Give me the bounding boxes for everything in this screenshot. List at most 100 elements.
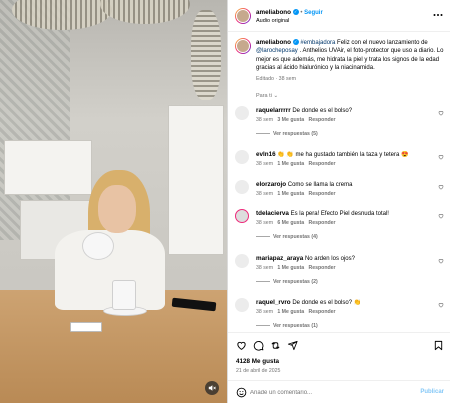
caption-avatar[interactable] (235, 38, 251, 54)
post-button[interactable]: Publicar (420, 389, 444, 395)
comment-avatar[interactable] (235, 106, 249, 120)
comment-likes[interactable]: 1 Me gusta (277, 309, 304, 315)
comment-avatar[interactable] (235, 298, 249, 312)
emoji-icon[interactable] (236, 387, 247, 398)
replies-divider (256, 236, 270, 238)
comment-username[interactable]: tdelacierva (256, 210, 289, 217)
comment-avatar[interactable] (235, 209, 249, 223)
comment-meta: 38 sem 1 Me gusta Responder (256, 191, 336, 197)
post-modal: ameliabono ✓ • Seguir Audio original ame… (0, 0, 450, 403)
header-username[interactable]: ameliabono (256, 9, 291, 16)
post-panel: ameliabono ✓ • Seguir Audio original ame… (227, 0, 450, 403)
view-replies-label: Ver respuestas (4) (273, 234, 318, 240)
reply-button[interactable]: Responder (308, 220, 335, 226)
replies-divider (256, 325, 270, 327)
view-replies-button[interactable]: Ver respuestas (5) (256, 131, 318, 137)
more-horizontal-icon[interactable] (433, 13, 443, 17)
comment-time: 38 sem (256, 309, 274, 315)
post-header: ameliabono ✓ • Seguir Audio original (228, 0, 450, 32)
comment-text: De donde es el bolso? 👏 (292, 300, 362, 306)
comment-username[interactable]: raquelarrrrr (256, 107, 291, 114)
caption-meta: Editado · 38 sem (256, 76, 297, 82)
comment-username[interactable]: evln16 (256, 151, 276, 158)
comment-heart-icon[interactable] (438, 213, 444, 219)
comment-likes[interactable]: 6 Me gusta (277, 220, 304, 226)
photo-mug (112, 280, 136, 310)
caption-text: ameliabono ✓ #embajadora Feliz con el nu… (256, 39, 444, 72)
comment-time: 38 sem (256, 265, 274, 271)
avatar[interactable] (235, 8, 251, 24)
comment-avatar[interactable] (235, 180, 249, 194)
reply-button[interactable]: Responder (308, 265, 335, 271)
audio-label[interactable]: Audio original (256, 18, 289, 24)
comment-text: Es la pera! Efecto Piel desnuda total! (290, 211, 389, 217)
hashtag-link[interactable]: #embajadora (300, 40, 335, 46)
comment-heart-icon[interactable] (438, 154, 444, 160)
comment-icon[interactable] (253, 340, 264, 351)
comment-line: evln16 👏 👏 me ha gustado también la taza… (256, 151, 431, 158)
comment-time: 38 sem (256, 220, 274, 226)
comment-heart-icon[interactable] (438, 184, 444, 190)
reply-button[interactable]: Responder (308, 161, 335, 167)
comment-line: tdelacierva Es la pera! Efecto Piel desn… (256, 210, 431, 217)
photo-teapot (82, 232, 114, 260)
comment-text: De donde es el bolso? (292, 108, 353, 114)
comment-likes[interactable]: 3 Me gusta (277, 117, 304, 123)
comment-likes[interactable]: 1 Me gusta (277, 191, 304, 197)
comment-text: Como se llama la crema (287, 182, 353, 188)
comment-line: raquel_rvro De donde es el bolso? 👏 (256, 299, 431, 306)
view-replies-label: Ver respuestas (1) (273, 323, 318, 329)
comment-avatar[interactable] (235, 150, 249, 164)
comment-likes[interactable]: 1 Me gusta (277, 265, 304, 271)
comment-meta: 38 sem 6 Me gusta Responder (256, 220, 336, 226)
post-date: 21 de abril de 2025 (236, 368, 281, 374)
view-replies-button[interactable]: Ver respuestas (2) (256, 279, 318, 285)
comment-meta: 38 sem 1 Me gusta Responder (256, 161, 336, 167)
view-replies-label: Ver respuestas (2) (273, 279, 318, 285)
header-user-line: ameliabono ✓ • Seguir (256, 9, 323, 16)
photo-cabinet (4, 140, 92, 195)
post-media[interactable] (0, 0, 227, 403)
comment-likes[interactable]: 1 Me gusta (277, 161, 304, 167)
likes-count[interactable]: 4128 Me gusta (236, 358, 279, 365)
comment-time: 38 sem (256, 117, 274, 123)
view-replies-label: Ver respuestas (5) (273, 131, 318, 137)
verified-icon: ✓ (292, 39, 299, 46)
comment-heart-icon[interactable] (438, 110, 444, 116)
photo-lamp (191, 10, 221, 100)
photo-cabinet (168, 105, 224, 255)
mute-button[interactable] (205, 381, 219, 395)
comment-input[interactable] (250, 387, 410, 398)
reply-button[interactable]: Responder (308, 309, 335, 315)
comment-username[interactable]: raquel_rvro (256, 299, 291, 306)
comment-line: mariapaz_araya No arden los ojos? (256, 255, 431, 262)
follow-button[interactable]: Seguir (304, 10, 323, 16)
reply-button[interactable]: Responder (308, 191, 335, 197)
repost-icon[interactable] (270, 340, 281, 351)
comment-meta: 38 sem 1 Me gusta Responder (256, 265, 336, 271)
view-replies-button[interactable]: Ver respuestas (1) (256, 323, 318, 329)
for-you-label: Para ti (256, 93, 272, 99)
bookmark-icon[interactable] (433, 340, 444, 351)
comment-text: No arden los ojos? (304, 256, 355, 262)
comment-avatar[interactable] (235, 254, 249, 268)
heart-icon[interactable] (236, 340, 247, 351)
for-you-filter[interactable]: Para ti ⌄ (256, 93, 278, 99)
comment-username[interactable]: mariapaz_araya (256, 255, 303, 262)
mention-link[interactable]: @larocheposay (256, 48, 298, 54)
replies-divider (256, 133, 270, 135)
caption-body: Feliz con el nuevo lanzamiento de (335, 40, 428, 46)
comment-heart-icon[interactable] (438, 302, 444, 308)
caption-username[interactable]: ameliabono (256, 39, 291, 46)
reply-button[interactable]: Responder (308, 117, 335, 123)
comment-time: 38 sem (256, 191, 274, 197)
comment-composer: Publicar (228, 380, 450, 403)
comment-username[interactable]: elorzarojo (256, 181, 286, 188)
view-replies-button[interactable]: Ver respuestas (4) (256, 234, 318, 240)
comment-heart-icon[interactable] (438, 258, 444, 264)
comment-meta: 38 sem 1 Me gusta Responder (256, 309, 336, 315)
share-icon[interactable] (287, 340, 298, 351)
comment-meta: 38 sem 3 Me gusta Responder (256, 117, 336, 123)
verified-icon: ✓ (292, 9, 299, 16)
comment-line: raquelarrrrr De donde es el bolso? (256, 107, 431, 114)
